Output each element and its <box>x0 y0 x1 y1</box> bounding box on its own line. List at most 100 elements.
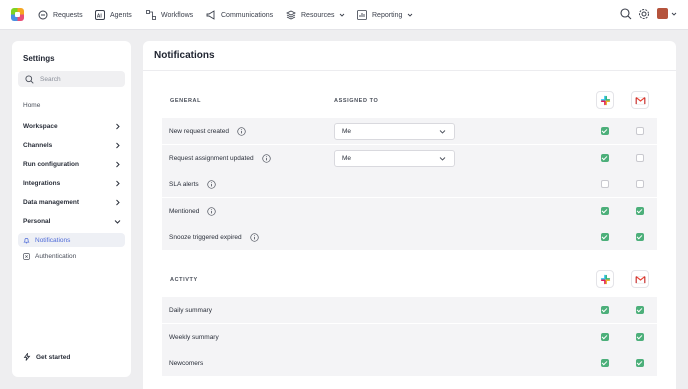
slack-checkbox[interactable] <box>601 180 609 188</box>
gmail-column-header <box>631 270 649 288</box>
slack-column-header <box>596 270 614 288</box>
sidebar-item-authentication[interactable]: Authentication <box>18 249 125 263</box>
gear-icon[interactable] <box>638 8 650 20</box>
sidebar-item-personal[interactable]: Personal <box>23 215 121 227</box>
info-icon[interactable] <box>237 126 246 136</box>
nav-resources-label: Resources <box>301 11 335 19</box>
nav-workflows[interactable]: Workflows <box>146 8 193 22</box>
notification-row-snooze-triggered-expired: Snooze triggered expired <box>162 224 657 250</box>
assigned-to-select[interactable]: Me <box>334 122 455 140</box>
bell-icon <box>23 237 30 243</box>
notification-row-request-assignment-updated: Request assignment updated Me <box>162 145 657 171</box>
row-label: Request assignment updated <box>169 154 254 162</box>
row-label: New request created <box>169 127 229 135</box>
gmail-checkbox[interactable] <box>636 154 644 162</box>
nav-communications-label: Communications <box>221 11 274 19</box>
info-icon[interactable] <box>249 232 259 242</box>
chevron-right-icon <box>116 161 120 167</box>
slack-checkbox[interactable] <box>601 207 609 215</box>
info-icon[interactable] <box>261 153 271 163</box>
get-started-link[interactable]: Get started <box>23 353 70 361</box>
gmail-checkbox[interactable] <box>636 127 644 135</box>
nav-agents-label: Agents <box>110 11 132 19</box>
sidebar-item-home[interactable]: Home <box>23 102 40 109</box>
slack-checkbox[interactable] <box>601 127 609 135</box>
chevron-down-icon <box>439 129 446 134</box>
chevron-right-icon <box>116 199 120 205</box>
slack-checkbox[interactable] <box>601 306 609 314</box>
chevron-down-icon <box>439 156 446 161</box>
nav-requests[interactable]: Requests <box>38 8 83 22</box>
megaphone-icon <box>206 10 215 20</box>
nav-communications[interactable]: Communications <box>206 8 273 22</box>
sidebar-item-workspace[interactable]: Workspace <box>23 120 121 132</box>
chevron-down-icon <box>114 219 121 224</box>
slack-icon <box>600 274 610 284</box>
top-nav-bar: Requests AI Agents Workflows Communicati… <box>0 0 688 30</box>
sidebar-item-integrations[interactable]: Integrations <box>23 177 121 189</box>
chevron-down-icon <box>340 13 345 17</box>
sidebar-item-label: Notifications <box>35 236 71 244</box>
sidebar-item-label: Authentication <box>35 252 77 260</box>
nav-resources[interactable]: Resources <box>286 8 345 22</box>
settings-sidebar: Settings Home Workspace Channels Run con… <box>12 41 131 377</box>
row-label: Snooze triggered expired <box>169 233 242 241</box>
sidebar-item-label: Personal <box>23 217 51 225</box>
chevron-down-icon <box>408 13 413 17</box>
slack-checkbox[interactable] <box>601 154 609 162</box>
sidebar-item-run-configuration[interactable]: Run configuration <box>23 158 121 170</box>
nav-reporting[interactable]: Reporting <box>357 8 413 22</box>
nav-reporting-label: Reporting <box>372 11 403 19</box>
gmail-column-header <box>631 91 649 109</box>
gmail-checkbox[interactable] <box>636 207 644 215</box>
section-general-heading: GENERAL <box>170 98 202 104</box>
key-icon <box>23 252 30 260</box>
sidebar-item-label: Channels <box>23 141 53 149</box>
slack-checkbox[interactable] <box>601 333 609 341</box>
row-label: Newcomers <box>169 359 204 367</box>
sidebar-item-channels[interactable]: Channels <box>23 139 121 151</box>
chevron-right-icon <box>116 142 120 148</box>
nav-agents[interactable]: AI Agents <box>95 8 132 22</box>
app-logo[interactable] <box>11 8 24 21</box>
lightning-icon <box>23 353 31 361</box>
sidebar-search[interactable] <box>18 71 125 87</box>
sidebar-item-label: Workspace <box>23 122 58 130</box>
notification-row-sla-alerts: SLA alerts <box>162 171 657 197</box>
gmail-icon <box>635 275 645 283</box>
gmail-checkbox[interactable] <box>636 306 644 314</box>
search-icon[interactable] <box>620 8 632 20</box>
notification-row-new-request-created: New request created Me <box>162 118 657 144</box>
sidebar-item-data-management[interactable]: Data management <box>23 196 121 208</box>
layers-icon <box>286 10 296 20</box>
workflows-icon <box>146 10 156 20</box>
assigned-to-heading: ASSIGNED TO <box>334 98 379 104</box>
sidebar-item-notifications[interactable]: Notifications <box>18 233 125 247</box>
assigned-to-select[interactable]: Me <box>334 149 455 167</box>
activity-row-newcomers: Newcomers <box>162 350 657 376</box>
chevron-right-icon <box>116 123 120 129</box>
page-title: Notifications <box>154 50 215 61</box>
slack-checkbox[interactable] <box>601 233 609 241</box>
gmail-checkbox[interactable] <box>636 233 644 241</box>
search-input[interactable] <box>40 75 120 83</box>
chevron-down-icon[interactable] <box>671 11 677 17</box>
notifications-panel: Notifications GENERAL ASSIGNED TO New re… <box>143 41 676 389</box>
sidebar-title: Settings <box>23 54 55 63</box>
get-started-label: Get started <box>36 353 71 361</box>
row-label: Daily summary <box>169 306 212 314</box>
avatar[interactable] <box>657 8 668 19</box>
chevron-right-icon <box>116 180 120 186</box>
gmail-checkbox[interactable] <box>636 180 644 188</box>
svg-text:AI: AI <box>97 13 103 19</box>
row-label: SLA alerts <box>169 180 199 188</box>
requests-icon <box>38 10 48 20</box>
info-icon[interactable] <box>207 206 217 216</box>
notification-row-mentioned: Mentioned <box>162 198 657 224</box>
slack-checkbox[interactable] <box>601 359 609 367</box>
info-icon[interactable] <box>206 179 216 189</box>
gmail-checkbox[interactable] <box>636 333 644 341</box>
gmail-checkbox[interactable] <box>636 359 644 367</box>
row-label: Mentioned <box>169 207 200 215</box>
chart-icon <box>357 10 367 20</box>
